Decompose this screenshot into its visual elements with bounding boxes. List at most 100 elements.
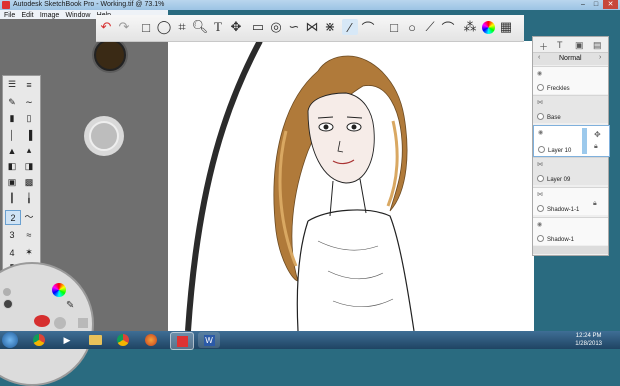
layer-item[interactable]: ◉ Shadow-1: [533, 217, 608, 245]
copic-colors-icon[interactable]: ⁂: [462, 19, 478, 35]
symmetry-x-icon[interactable]: ⋈: [304, 19, 320, 35]
sketchbook-app-icon: [2, 1, 10, 9]
lagoon-redo-icon[interactable]: [54, 317, 66, 329]
symmetry-y-icon[interactable]: ⋇: [322, 19, 338, 35]
brush-palette-icon[interactable]: ▦: [498, 19, 514, 35]
current-color-swatch[interactable]: [94, 39, 126, 71]
sketchbook-icon[interactable]: [170, 332, 194, 350]
brush-stroke-icon[interactable]: 〜: [22, 210, 36, 223]
delete-layer-icon[interactable]: ▤: [593, 40, 602, 51]
layer-radio[interactable]: [537, 205, 544, 212]
pen-line-icon[interactable]: ∕: [342, 19, 358, 35]
visibility-hidden-icon[interactable]: ⋈: [537, 191, 543, 198]
eraser-icon[interactable]: ◧: [5, 160, 19, 173]
brush-size-4: 4: [9, 247, 15, 258]
paint-brush-icon[interactable]: ▴: [22, 144, 36, 157]
layer-lock-icon[interactable]: 🔒︎: [594, 143, 598, 151]
layer-radio[interactable]: [537, 84, 544, 91]
layer-radio[interactable]: [537, 175, 544, 182]
text-icon[interactable]: T: [210, 19, 226, 35]
color-wheel-icon[interactable]: [480, 19, 496, 35]
brush-size-4-icon[interactable]: 4: [5, 246, 19, 259]
rectangle-icon[interactable]: □: [386, 19, 402, 35]
brush-size-3-icon[interactable]: 3: [5, 228, 19, 241]
ellipse-guide-icon[interactable]: ◎: [268, 19, 284, 35]
polyline-icon[interactable]: ⟋: [422, 19, 438, 35]
layer-name: Freckles: [547, 86, 570, 92]
lagoon-tools-icon[interactable]: ✎: [66, 300, 78, 312]
stroke-brush-icon[interactable]: ∼: [22, 96, 36, 109]
layer-item[interactable]: ⋈ Shadow-1-1 🔒︎: [533, 187, 608, 215]
blend-mode-selector[interactable]: ‹ Normal ›: [533, 52, 608, 65]
background-layer-strip[interactable]: [533, 246, 608, 254]
sharpen-icon[interactable]: ▩: [22, 176, 36, 189]
layer-item-selected[interactable]: ◉ Layer 10 ✥ 🔒︎: [533, 125, 610, 157]
size-opacity-puck[interactable]: [84, 116, 124, 156]
lagoon-dot-dark-icon[interactable]: [3, 299, 13, 309]
chrome-icon[interactable]: [112, 332, 134, 348]
visibility-hidden-icon[interactable]: ⋈: [537, 99, 543, 106]
visibility-hidden-icon[interactable]: ⋈: [537, 161, 543, 168]
layer-item[interactable]: ⋈ Layer 09: [533, 157, 608, 185]
brush-wave-icon[interactable]: ≈: [22, 228, 36, 241]
ellipse-icon[interactable]: ○: [404, 19, 420, 35]
visibility-eye-icon[interactable]: ◉: [537, 221, 542, 228]
opacity-slider[interactable]: [582, 128, 587, 154]
minimize-button[interactable]: –: [577, 0, 589, 9]
firefox-icon[interactable]: [140, 332, 162, 348]
visibility-eye-icon[interactable]: ◉: [537, 70, 542, 77]
word-icon[interactable]: W: [198, 332, 220, 348]
felt-brush-icon[interactable]: ▐: [22, 128, 36, 141]
move-icon[interactable]: ✥: [228, 19, 244, 35]
lagoon-dot-icon[interactable]: [3, 288, 11, 296]
lagoon-layers-icon[interactable]: [78, 318, 88, 328]
drawing-canvas[interactable]: [168, 41, 534, 331]
pencil-brush-icon[interactable]: ✎: [5, 96, 19, 109]
brush-icon-a[interactable]: ┃: [5, 192, 19, 205]
rect-select-icon[interactable]: □: [138, 19, 154, 35]
layer-item[interactable]: ⋈ Base: [533, 95, 608, 123]
french-curve-icon[interactable]: ∽: [286, 19, 302, 35]
start-orb-icon[interactable]: [2, 332, 18, 348]
explorer-icon[interactable]: [84, 332, 106, 348]
zoom-icon[interactable]: 🔍︎: [192, 19, 209, 35]
lagoon-color-icon[interactable]: [52, 283, 66, 297]
redo-icon[interactable]: ↷: [116, 19, 132, 35]
layer-radio[interactable]: [537, 113, 544, 120]
crop-icon[interactable]: ⌗: [174, 19, 190, 35]
palette-menu-icon[interactable]: ☰: [5, 78, 19, 91]
text-layer-icon[interactable]: T: [557, 40, 563, 50]
palette-list-icon[interactable]: ≡: [22, 78, 36, 91]
visibility-eye-icon[interactable]: ◉: [538, 129, 543, 136]
system-clock[interactable]: 12:24 PM 1/28/2013: [575, 332, 602, 348]
undo-icon[interactable]: ↶: [98, 19, 114, 35]
ruler-icon[interactable]: ▭: [250, 19, 266, 35]
layer-lock-icon[interactable]: 🔒︎: [593, 200, 597, 208]
arc-icon[interactable]: ⌒: [440, 19, 456, 36]
chrome-icon[interactable]: [28, 332, 50, 348]
body-hatching: [317, 240, 394, 308]
smudge-icon[interactable]: ◨: [22, 160, 36, 173]
blend-left-arrow-icon[interactable]: ‹: [538, 54, 540, 61]
brush-puck[interactable]: [92, 37, 128, 73]
curve-icon[interactable]: ⌒: [360, 19, 376, 36]
lagoon-undo-icon[interactable]: [34, 315, 50, 327]
brush-fan-icon[interactable]: ✶: [22, 246, 36, 259]
selected-brush-icon[interactable]: 2: [5, 210, 21, 225]
layer-move-icon[interactable]: ✥: [594, 130, 601, 139]
ink-brush-icon[interactable]: │: [5, 128, 19, 141]
airbrush-icon[interactable]: ▲: [5, 144, 19, 157]
layer-radio[interactable]: [537, 235, 544, 242]
marker-brush-icon[interactable]: ▮: [5, 112, 19, 125]
layer-item[interactable]: ◉ Freckles: [533, 66, 608, 94]
blur-icon[interactable]: ▣: [5, 176, 19, 189]
image-layer-icon[interactable]: ▣: [575, 40, 584, 51]
layer-radio[interactable]: [538, 146, 545, 153]
pen-brush-icon[interactable]: ▯: [22, 112, 36, 125]
close-button[interactable]: ✕: [603, 0, 618, 9]
brush-icon-b[interactable]: ╽: [22, 192, 36, 205]
lasso-icon[interactable]: ◯: [156, 19, 172, 35]
maximize-button[interactable]: □: [590, 0, 602, 9]
blend-right-arrow-icon[interactable]: ›: [599, 54, 601, 61]
media-player-icon[interactable]: ▶: [56, 332, 78, 348]
